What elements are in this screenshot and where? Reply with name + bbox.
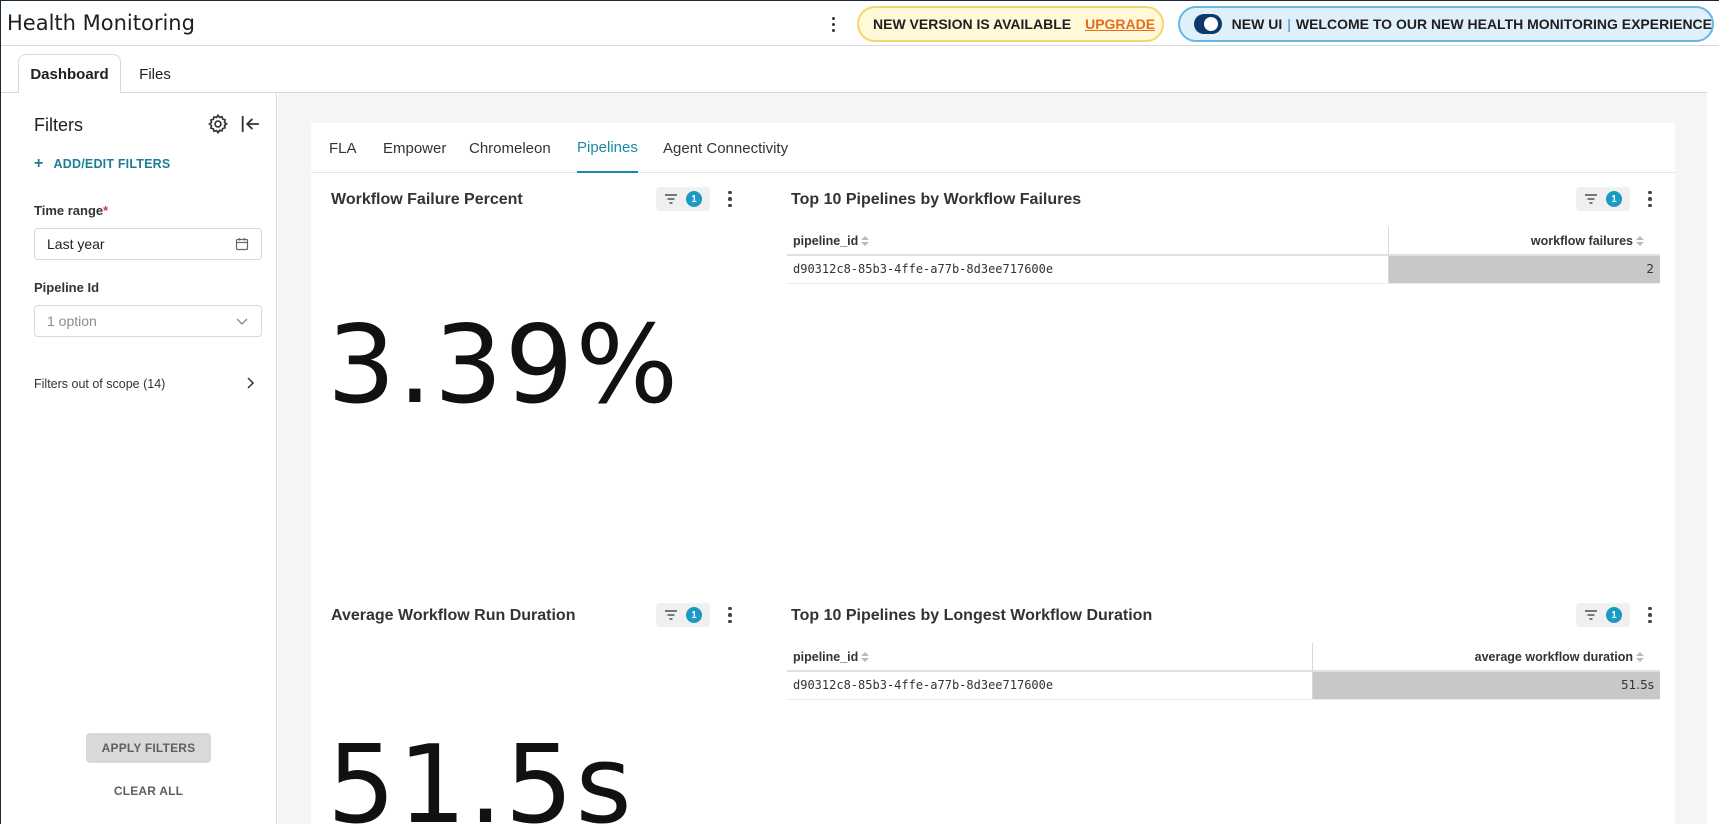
tab-dashboard[interactable]: Dashboard [18,54,121,94]
top-failures-table: pipeline_id workflow failures d90312c8-8… [787,227,1660,284]
new-ui-separator: | [1287,16,1291,32]
filter-icon [665,610,677,620]
table-row[interactable]: d90312c8-85b3-4ffe-a77b-8d3ee717600e 51.… [787,671,1660,700]
tab-chromeleon[interactable]: Chromeleon [469,123,551,173]
avg-duration-value: 51.5s [327,723,634,824]
sort-icon [1636,236,1644,247]
clear-all-button[interactable]: CLEAR ALL [86,778,211,804]
top-duration-table: pipeline_id average workflow duration d9… [787,643,1660,700]
upgrade-link[interactable]: UPGRADE [1085,16,1155,32]
new-ui-message: WELCOME TO OUR NEW HEALTH MONITORING EXP… [1295,16,1712,32]
time-range-value: Last year [47,236,105,252]
app-title: Health Monitoring [7,11,195,35]
top-duration-controls: 1 [1576,603,1658,627]
failure-percent-filter-button[interactable]: 1 [656,187,710,211]
workflow-failures-cell: 2 [1387,255,1660,284]
filter-icon [665,194,677,204]
failure-percent-controls: 1 [656,187,738,211]
filter-icon [1585,194,1597,204]
column-header-pipeline-id[interactable]: pipeline_id [787,227,1388,256]
collapse-sidebar-icon[interactable] [239,113,261,135]
pipeline-id-placeholder: 1 option [47,313,97,329]
new-ui-toggle[interactable] [1194,14,1222,34]
app-window: Health Monitoring NEW VERSION IS AVAILAB… [0,0,1719,824]
tab-files[interactable]: Files [129,54,181,94]
top-header: Health Monitoring NEW VERSION IS AVAILAB… [1,1,1719,46]
time-range-label: Time range* [34,203,108,218]
avg-duration-title: Average Workflow Run Duration [331,607,576,624]
column-header-label: average workflow duration [1474,649,1633,664]
filters-out-of-scope-label: Filters out of scope (14) [34,377,166,391]
chart-menu-icon[interactable] [1642,187,1658,211]
avg-duration-controls: 1 [656,603,738,627]
pipeline-id-select[interactable]: 1 option [34,305,262,337]
chevron-right-icon [247,377,255,389]
failure-percent-value: 3.39% [327,303,681,428]
add-edit-filters-button[interactable]: + ADD/EDIT FILTERS [34,155,170,173]
column-header-label: workflow failures [1530,233,1633,248]
new-version-text: NEW VERSION IS AVAILABLE [873,16,1072,32]
table-row[interactable]: d90312c8-85b3-4ffe-a77b-8d3ee717600e 2 [787,255,1660,284]
top-duration-title: Top 10 Pipelines by Longest Workflow Dur… [791,607,1153,624]
tab-pipelines[interactable]: Pipelines [577,123,638,173]
column-header-label: pipeline_id [793,649,859,664]
column-header-workflow-failures[interactable]: workflow failures [1387,227,1660,256]
chart-menu-icon[interactable] [722,603,738,627]
pipeline-id-cell: d90312c8-85b3-4ffe-a77b-8d3ee717600e [787,671,1312,700]
new-version-banner: NEW VERSION IS AVAILABLE UPGRADE [857,6,1164,42]
dashboard-area: FLA Empower Chromeleon Pipelines Agent C… [278,93,1707,824]
gear-icon[interactable] [207,113,229,135]
page-tabs: Dashboard Files [1,46,1707,94]
sort-icon [1636,652,1644,663]
more-options-icon[interactable] [823,13,843,35]
top-failures-controls: 1 [1576,187,1658,211]
chevron-down-icon [236,318,248,325]
required-mark: * [103,203,109,218]
column-header-label: pipeline_id [793,233,859,248]
filters-out-of-scope[interactable]: Filters out of scope (14) [34,377,262,391]
top-failures-filter-button[interactable]: 1 [1576,187,1630,211]
time-range-field[interactable]: Last year [34,228,262,260]
time-range-label-text: Time range [34,203,104,218]
average-duration-cell: 51.5s [1311,671,1660,700]
chart-menu-icon[interactable] [722,187,738,211]
tab-empower[interactable]: Empower [383,123,446,173]
tab-agent-connectivity[interactable]: Agent Connectivity [663,123,788,173]
apply-filters-button[interactable]: APPLY FILTERS [86,733,211,763]
pipeline-id-cell: d90312c8-85b3-4ffe-a77b-8d3ee717600e [787,255,1388,284]
avg-duration-filter-button[interactable]: 1 [656,603,710,627]
filter-icon [1585,610,1597,620]
filters-sidebar: Filters + ADD/EDIT FILTERS Time range* La… [1,93,277,824]
dashboard-tabs: FLA Empower Chromeleon Pipelines Agent C… [311,123,1675,173]
add-edit-filters-label: ADD/EDIT FILTERS [53,157,171,171]
filters-title: Filters [34,115,83,135]
filter-count-badge: 1 [1606,191,1622,207]
filter-count-badge: 1 [1606,607,1622,623]
plus-icon: + [34,155,44,172]
column-header-pipeline-id[interactable]: pipeline_id [787,643,1312,672]
top-failures-title: Top 10 Pipelines by Workflow Failures [791,191,1082,208]
column-header-average-workflow-duration[interactable]: average workflow duration [1311,643,1660,672]
filter-count-badge: 1 [686,607,702,623]
new-ui-label: NEW UI [1231,16,1283,32]
dashboard-panel: FLA Empower Chromeleon Pipelines Agent C… [311,123,1675,824]
pipeline-id-label: Pipeline Id [34,280,100,295]
top-duration-filter-button[interactable]: 1 [1576,603,1630,627]
filter-count-badge: 1 [686,191,702,207]
new-ui-banner: NEW UI | WELCOME TO OUR NEW HEALTH MONIT… [1178,6,1714,42]
failure-percent-title: Workflow Failure Percent [331,191,523,208]
sort-icon [861,236,870,247]
tab-fla[interactable]: FLA [329,123,357,173]
sort-icon [861,652,870,663]
chart-menu-icon[interactable] [1642,603,1658,627]
calendar-icon [235,238,249,251]
